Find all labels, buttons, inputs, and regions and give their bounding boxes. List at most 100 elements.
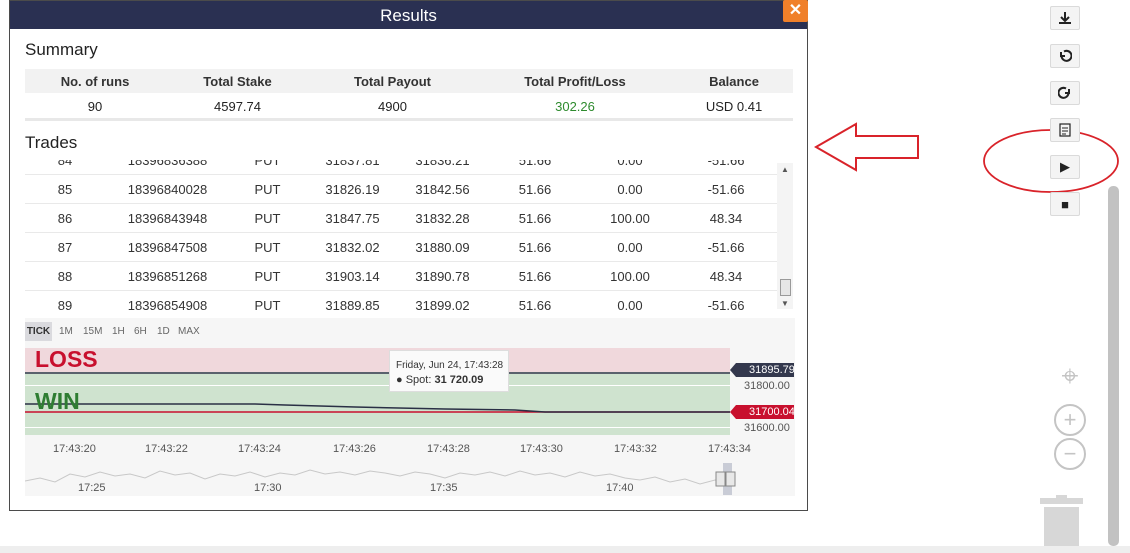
header-payout: Total Payout xyxy=(310,69,475,93)
trades-title: Trades xyxy=(25,133,78,152)
scroll-up-icon[interactable]: ▲ xyxy=(780,165,790,174)
chart-tooltip: Friday, Jun 24, 17:43:28 ● Spot: 31 720.… xyxy=(389,350,509,392)
bottom-strip xyxy=(0,546,1130,553)
table-cell: 31890.78 xyxy=(400,261,485,291)
table-cell: 31837.81 xyxy=(305,160,400,175)
table-cell: 88 xyxy=(25,261,105,291)
y-tick-upper: 31800.00 xyxy=(744,380,790,392)
navigator-tick: 17:25 xyxy=(78,482,106,494)
lower-price-tag: 31700.04 xyxy=(749,406,795,418)
trades-table: 84 18396836388 PUT 31837.81 31836.21 51.66 0.0… xyxy=(25,160,777,312)
x-tick: 17:43:22 xyxy=(145,443,188,455)
close-button[interactable]: ✕ xyxy=(783,0,808,22)
tooltip-date: Friday, Jun 24, 17:43:28 xyxy=(396,360,504,371)
trades-list[interactable]: 84 18396836388 PUT 31837.81 31836.21 51.66 0.0… xyxy=(25,160,793,312)
tooltip-spot-value: 31 720.09 xyxy=(434,374,484,386)
spot-line xyxy=(25,403,730,413)
table-cell: -51.66 xyxy=(675,174,777,204)
table-cell: 18396854908 xyxy=(105,290,230,312)
table-row: 88 18396851268 PUT 31903.14 31890.78 51.66 100… xyxy=(25,261,777,291)
table-cell: PUT xyxy=(230,160,305,175)
table-cell: 85 xyxy=(25,174,105,204)
table-cell: 18396840028 xyxy=(105,174,230,204)
scroll-down-icon[interactable]: ▼ xyxy=(780,299,790,308)
table-cell: 18396851268 xyxy=(105,261,230,291)
table-row: 87 18396847508 PUT 31832.02 31880.09 51.66 0.0… xyxy=(25,232,777,262)
annotation-arrow xyxy=(813,122,919,172)
table-cell: 51.66 xyxy=(485,203,585,233)
range-tick[interactable]: TICK xyxy=(25,322,52,341)
table-cell: 31889.85 xyxy=(305,290,400,312)
dialog-title: Results xyxy=(10,1,807,29)
stop-icon[interactable]: ■ xyxy=(1050,192,1080,216)
table-cell: 100.00 xyxy=(585,203,675,233)
y-tick-lower: 31600.00 xyxy=(744,422,790,434)
value-runs: 90 xyxy=(87,98,103,114)
table-cell: 31903.14 xyxy=(305,261,400,291)
table-cell: 89 xyxy=(25,290,105,312)
navigator[interactable] xyxy=(25,463,795,495)
table-cell: 18396843948 xyxy=(105,203,230,233)
price-plot xyxy=(25,372,730,413)
table-cell: 51.66 xyxy=(485,261,585,291)
range-1d[interactable]: 1D xyxy=(157,326,170,337)
table-cell: PUT xyxy=(230,174,305,204)
summary-value-row: 90 4597.74 4900 302.26 USD 0.41 xyxy=(25,93,793,119)
table-cell: 100.00 xyxy=(585,261,675,291)
header-stake: Total Stake xyxy=(165,69,310,93)
navigator-handle-right xyxy=(725,471,736,487)
x-tick: 17:43:20 xyxy=(53,443,96,455)
crosshair-icon[interactable]: ⌖ xyxy=(1054,360,1086,393)
table-cell: 87 xyxy=(25,232,105,262)
redo-icon[interactable] xyxy=(1050,81,1080,105)
table-cell: 86 xyxy=(25,203,105,233)
value-stake: 4597.74 xyxy=(214,98,261,114)
navigator-tick: 17:35 xyxy=(430,482,458,494)
table-cell: 51.66 xyxy=(485,174,585,204)
range-max[interactable]: MAX xyxy=(178,326,200,337)
table-cell: 0.00 xyxy=(585,290,675,312)
page-scrollbar[interactable] xyxy=(1108,186,1119,546)
zoom-out-icon[interactable]: − xyxy=(1054,438,1086,470)
play-icon[interactable]: ▶ xyxy=(1050,155,1080,179)
summary-header-row: No. of runs Total Stake Total Payout Tot… xyxy=(25,69,793,93)
range-1m[interactable]: 1M xyxy=(59,326,73,337)
x-tick: 17:43:34 xyxy=(708,443,751,455)
tooltip-spot: ● Spot: 31 720.09 xyxy=(396,374,483,386)
table-cell: 31836.21 xyxy=(400,160,485,175)
range-1h[interactable]: 1H xyxy=(112,326,125,337)
range-15m[interactable]: 15M xyxy=(83,326,102,337)
value-balance: USD 0.41 xyxy=(705,98,763,114)
header-profit-loss: Total Profit/Loss xyxy=(475,69,675,93)
header-balance: Balance xyxy=(675,69,793,93)
loss-label: LOSS xyxy=(35,346,98,372)
trash-icon[interactable] xyxy=(1040,495,1085,547)
table-row: 84 18396836388 PUT 31837.81 31836.21 51.66 0.0… xyxy=(25,160,777,175)
table-cell: 31842.56 xyxy=(400,174,485,204)
table-cell: 0.00 xyxy=(585,174,675,204)
value-profit-loss: 302.26 xyxy=(555,98,595,114)
table-cell: PUT xyxy=(230,232,305,262)
download-icon[interactable] xyxy=(1050,6,1080,30)
table-cell: 31847.75 xyxy=(305,203,400,233)
table-cell: 48.34 xyxy=(675,203,777,233)
table-cell: 31880.09 xyxy=(400,232,485,262)
notepad-icon[interactable] xyxy=(1050,118,1080,142)
zoom-in-icon[interactable]: + xyxy=(1054,404,1086,436)
range-6h[interactable]: 6H xyxy=(134,326,147,337)
table-cell: 0.00 xyxy=(585,232,675,262)
table-cell: 51.66 xyxy=(485,290,585,312)
value-payout: 4900 xyxy=(378,98,407,114)
header-runs: No. of runs xyxy=(25,69,165,93)
table-row: 89 18396854908 PUT 31889.85 31899.02 51.66 0.0… xyxy=(25,290,777,312)
table-cell: 84 xyxy=(25,160,105,175)
undo-icon[interactable] xyxy=(1050,44,1080,68)
x-tick: 17:43:28 xyxy=(427,443,470,455)
x-tick: 17:43:30 xyxy=(520,443,563,455)
table-row: 86 18396843948 PUT 31847.75 31832.28 51.66 100… xyxy=(25,203,777,233)
table-cell: PUT xyxy=(230,290,305,312)
table-cell: 31826.19 xyxy=(305,174,400,204)
scroll-thumb[interactable] xyxy=(780,279,791,296)
x-tick: 17:43:26 xyxy=(333,443,376,455)
navigator-tick: 17:40 xyxy=(606,482,634,494)
